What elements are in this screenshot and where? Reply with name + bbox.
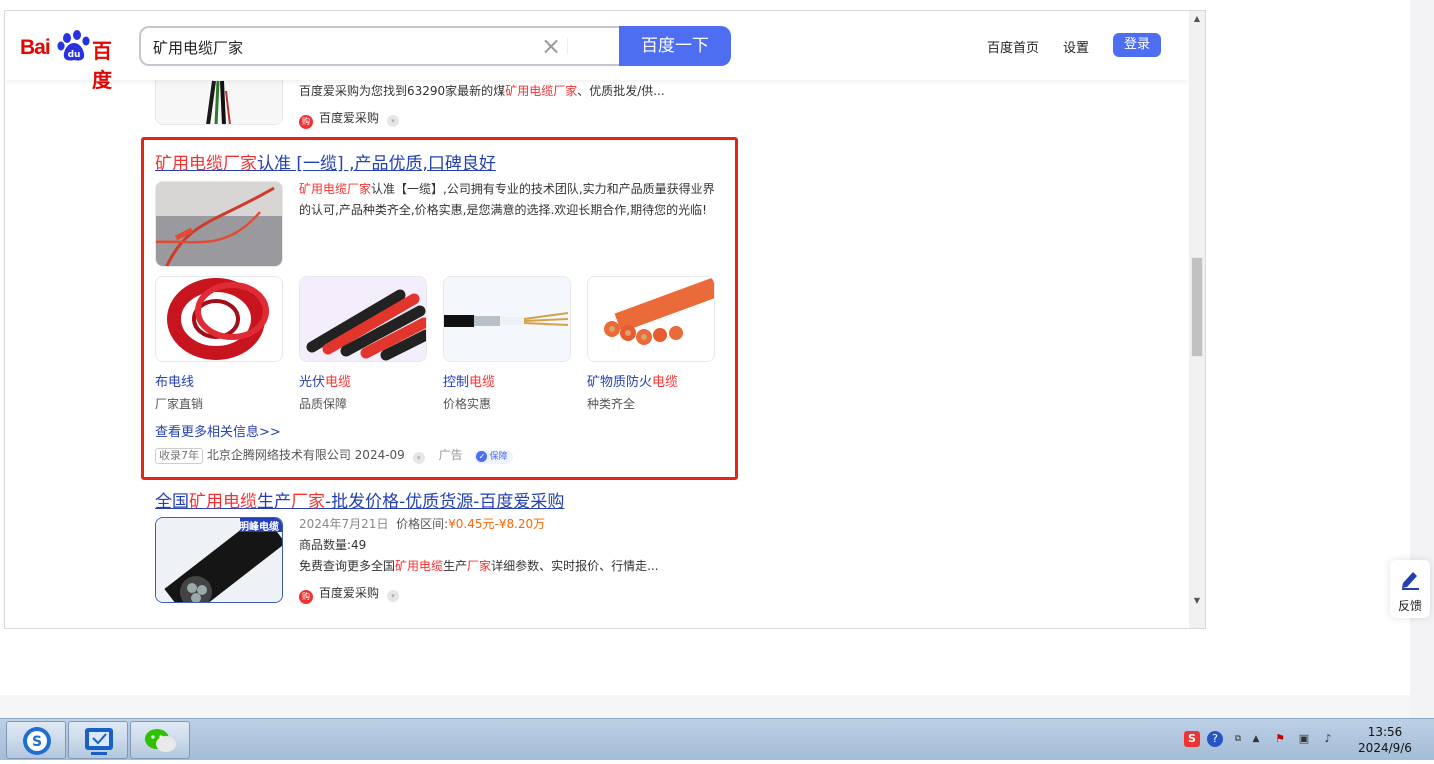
result-description: 免费查询更多全国矿用电缆生产厂家详细参数、实时报价、行情走... — [299, 559, 659, 573]
red-wire-image — [156, 182, 282, 266]
feedback-button[interactable]: 反馈 — [1390, 560, 1430, 618]
browser-viewport: Bai du 百度 × 百度一下 — [4, 10, 1206, 629]
window-icon[interactable]: ⧉ — [1230, 731, 1246, 747]
search-input[interactable] — [153, 36, 513, 58]
search-button[interactable]: 百度一下 — [619, 26, 731, 66]
logo-text-baidu: 百度 — [92, 39, 112, 92]
ad-date: 2024-09 — [354, 448, 405, 462]
result-source[interactable]: 购百度爱采购 ▾ — [299, 584, 400, 604]
product-link[interactable]: 光伏电缆 — [299, 371, 351, 390]
clock-time: 13:56 — [1367, 725, 1403, 739]
product-tagline: 种类齐全 — [587, 397, 636, 411]
control-cable-image — [444, 277, 570, 361]
shield-icon: ✓ — [476, 451, 488, 462]
ad-source-line: 收录7年 北京企腾网络技术有限公司 2024-09 ▾ 广告 ✓ 保障 — [155, 446, 513, 464]
ad-label: 广告 — [438, 448, 463, 462]
result-meta: 2024年7月21日 价格区间:¥0.45元-¥8.20万 — [299, 517, 546, 531]
help-icon[interactable]: ? — [1207, 731, 1223, 747]
product-count: 商品数量:49 — [299, 538, 367, 552]
more-info-link[interactable]: 查看更多相关信息>> — [155, 421, 281, 440]
product-card-image[interactable] — [299, 276, 427, 362]
ad-company[interactable]: 北京企腾网络技术有限公司 — [207, 448, 351, 462]
product-link[interactable]: 控制电缆 — [443, 371, 495, 390]
pen-icon — [1402, 572, 1419, 590]
flag-icon[interactable]: ⚑ — [1272, 731, 1288, 747]
wechat-icon — [145, 729, 176, 752]
product-tagline: 价格实惠 — [443, 397, 492, 411]
vertical-scrollbar[interactable]: ▲ ▼ — [1189, 11, 1205, 628]
network-icon[interactable]: ▣ — [1296, 731, 1312, 747]
result-title[interactable]: 全国矿用电缆生产厂家-批发价格-优质货源-百度爱采购 — [155, 487, 564, 512]
paw-icon: du — [57, 30, 90, 61]
chevron-down-icon[interactable]: ▾ — [387, 115, 400, 127]
search-box: × — [139, 26, 621, 66]
brand-tag: 明峰电缆 — [239, 522, 279, 533]
ime-icon[interactable]: S — [1184, 731, 1200, 747]
aicaigou-icon: 购 — [299, 115, 313, 129]
ad-description: 矿用电缆厂家认准【一缆】,公司拥有专业的技术团队,实力和产品质量获得业界的认可,… — [299, 182, 715, 217]
volume-icon[interactable]: ♪ — [1320, 731, 1336, 747]
screen: Bai du 百度 × 百度一下 — [0, 0, 1434, 760]
fireproof-cable-image — [588, 277, 714, 361]
remote-desktop-icon — [85, 728, 113, 755]
taskbar-app-wechat[interactable] — [130, 721, 190, 759]
nav-home-link[interactable]: 百度首页 — [987, 37, 1039, 56]
system-clock[interactable]: 13:56 2024/9/6 — [1350, 724, 1420, 756]
svg-text:S: S — [32, 734, 42, 750]
taskbar-app-sogou[interactable]: S — [6, 721, 66, 759]
baidu-logo[interactable]: Bai du 百度 — [20, 28, 126, 92]
logo-text-bai: Bai — [20, 36, 51, 59]
result-source[interactable]: 购百度爱采购 ▾ — [299, 109, 400, 129]
guarantee-badge[interactable]: ✓ 保障 — [474, 450, 513, 464]
taskbar-app-remote[interactable] — [68, 721, 128, 759]
sogou-browser-icon: S — [23, 727, 51, 755]
results-page: Bai du 百度 × 百度一下 — [5, 11, 1189, 628]
feedback-label: 反馈 — [1397, 599, 1422, 613]
tray-expand-icon[interactable]: ▲ — [1248, 731, 1264, 747]
scroll-up-icon[interactable]: ▲ — [1189, 11, 1205, 27]
wire-coil-image — [156, 277, 282, 361]
page-bottom-band — [0, 695, 1410, 718]
product-link[interactable]: 矿物质防火电缆 — [587, 371, 678, 390]
clear-icon[interactable]: × — [539, 34, 563, 58]
aicaigou-icon: 购 — [299, 590, 313, 604]
chevron-down-icon[interactable]: ▾ — [412, 452, 425, 464]
search-divider — [567, 38, 568, 54]
result-thumbnail[interactable]: 明峰电缆 — [155, 517, 283, 603]
result-description: 百度爱采购为您找到63290家最新的煤矿用电缆厂家、优质批发/供... — [299, 84, 665, 98]
chevron-down-icon[interactable]: ▾ — [387, 590, 400, 602]
product-card-image[interactable] — [587, 276, 715, 362]
search-header: Bai du 百度 × 百度一下 — [5, 11, 1189, 92]
pv-cable-image — [300, 277, 426, 361]
product-card-image[interactable] — [155, 276, 283, 362]
nav-settings-link[interactable]: 设置 — [1063, 37, 1089, 56]
product-card-image[interactable] — [443, 276, 571, 362]
product-tagline: 品质保障 — [299, 397, 348, 411]
logo-du-text: du — [68, 50, 81, 60]
years-badge: 收录7年 — [155, 448, 203, 464]
scrollbar-thumb[interactable] — [1191, 257, 1203, 357]
taskbar: S S ? ⧉ ▲ ⚑ ▣ ♪ 13:56 2024/9/6 — [0, 718, 1434, 760]
product-tagline: 厂家直销 — [155, 397, 204, 411]
scroll-down-icon[interactable]: ▼ — [1189, 593, 1205, 609]
login-button[interactable]: 登录 — [1113, 33, 1161, 57]
product-link[interactable]: 布电线 — [155, 371, 194, 390]
ad-result-title[interactable]: 矿用电缆厂家认准 [一缆] ,产品优质,口碑良好 — [155, 149, 496, 174]
clock-date: 2024/9/6 — [1358, 741, 1412, 755]
ad-main-thumbnail[interactable] — [155, 181, 283, 267]
